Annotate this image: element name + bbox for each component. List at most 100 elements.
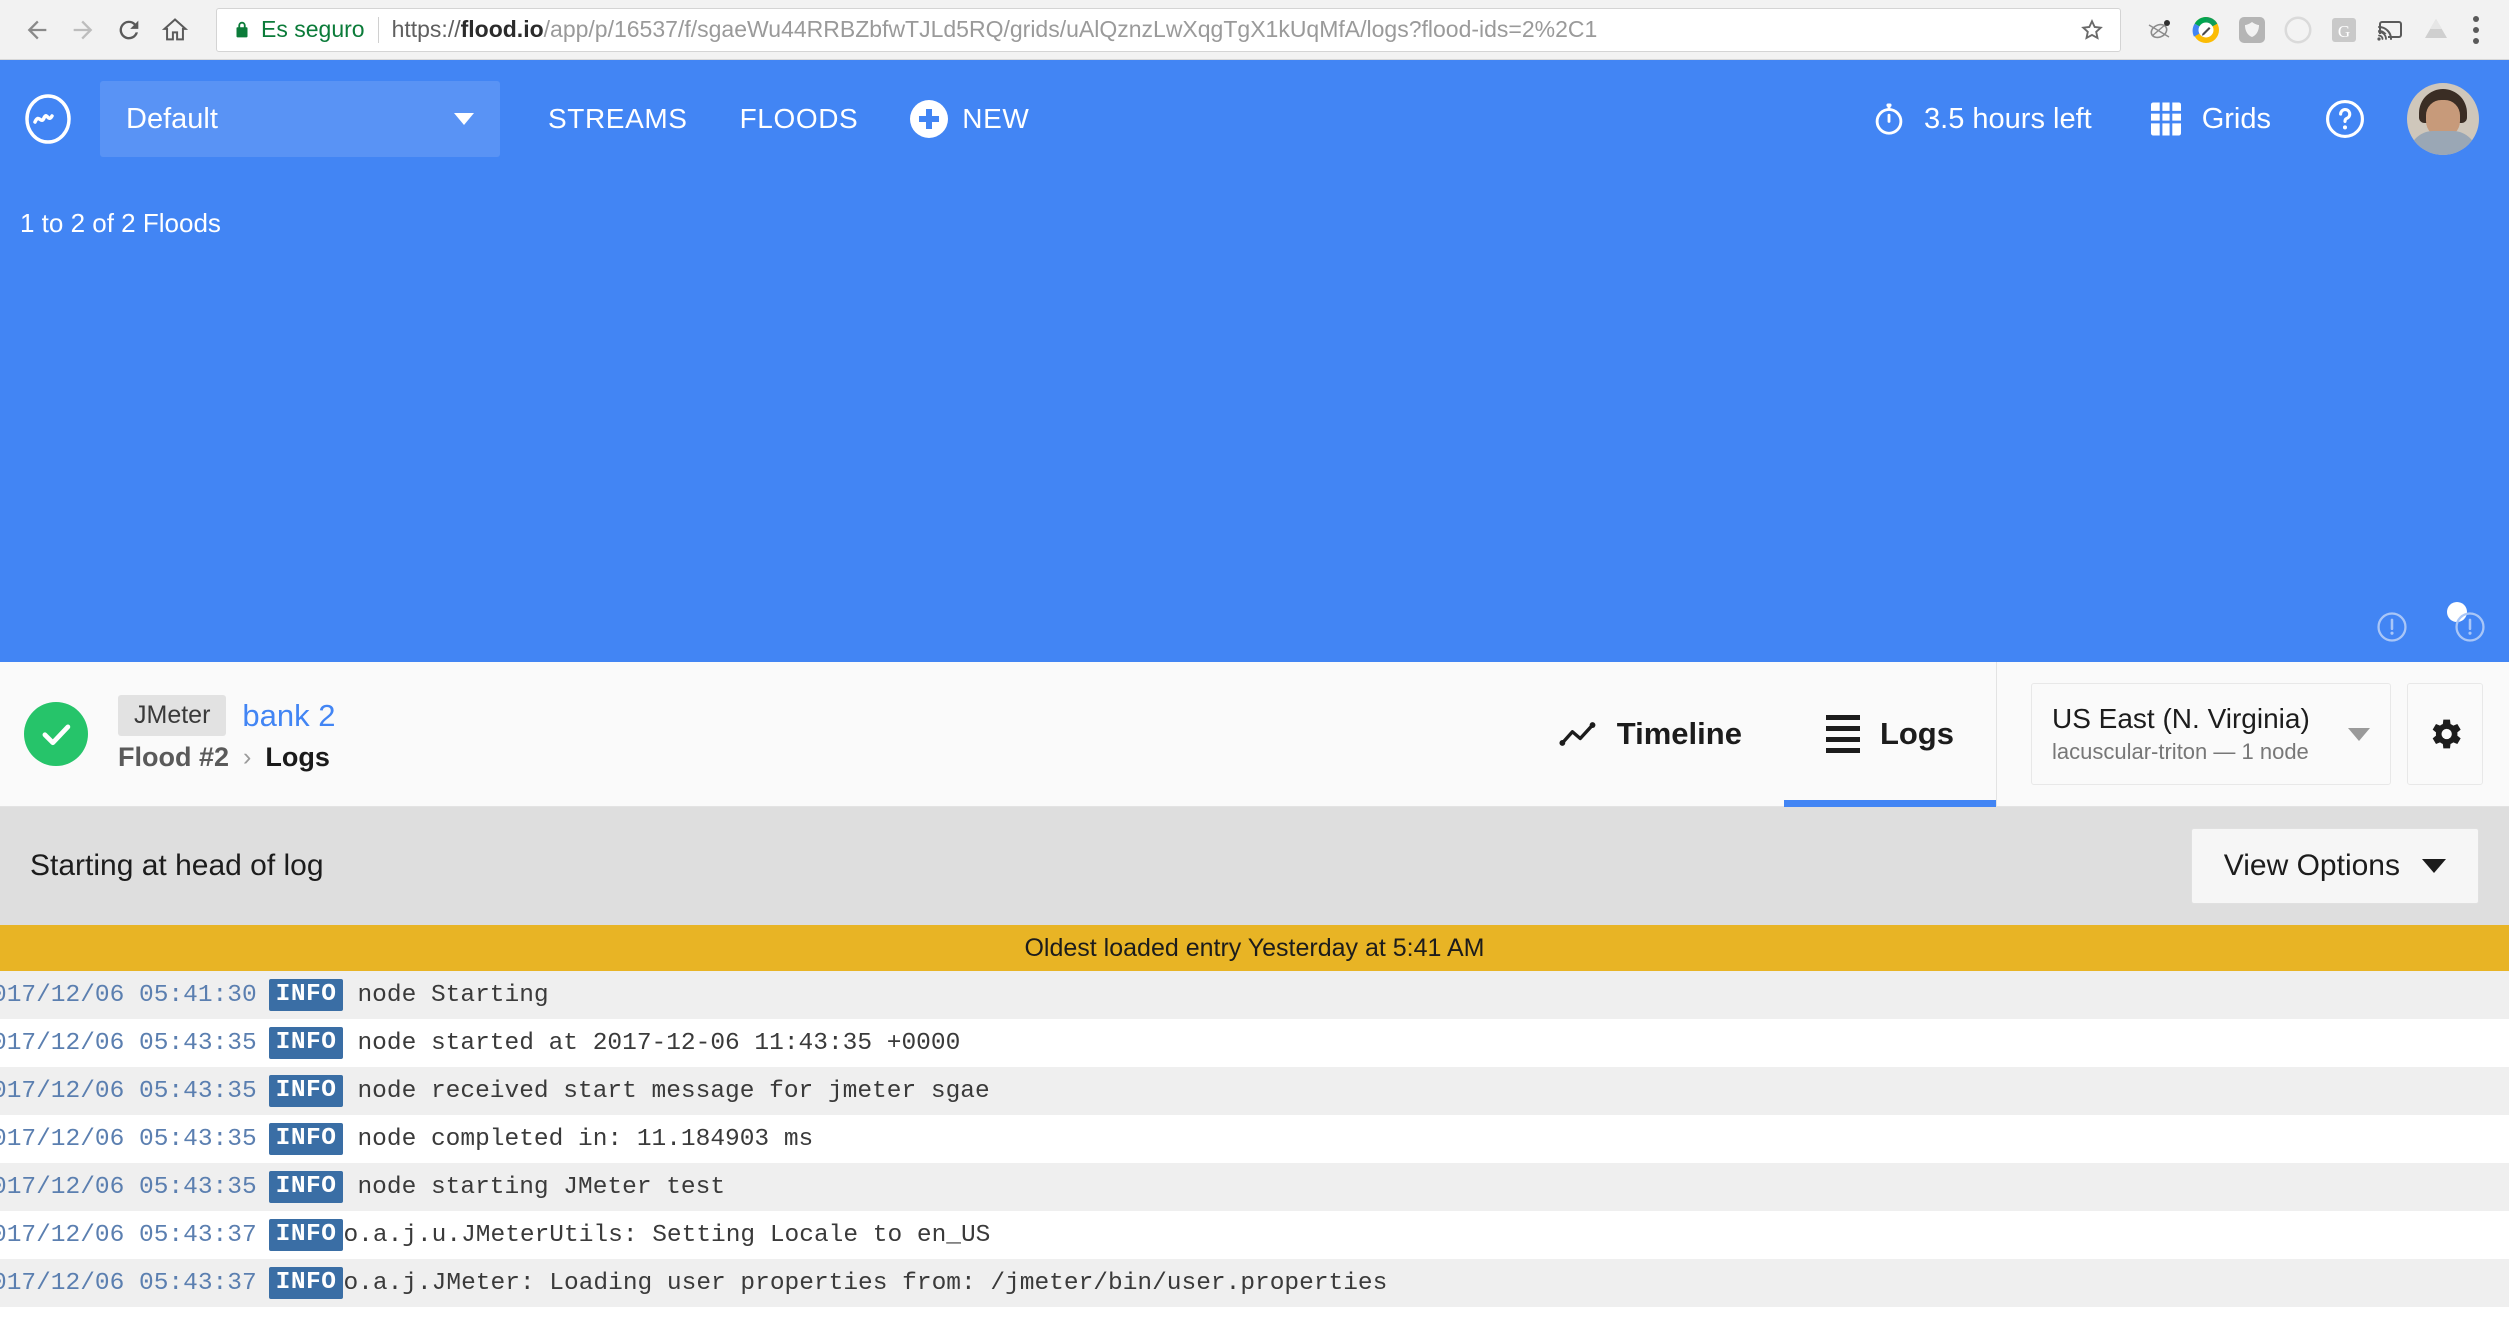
grid-icon (2150, 102, 2181, 136)
settings-button[interactable] (2407, 683, 2483, 785)
nav-floods[interactable]: FLOODS (714, 103, 885, 135)
reload-button[interactable] (106, 7, 152, 53)
log-level-badge: INFO (268, 1123, 344, 1155)
log-timestamp: 017/12/06 05:43:37 (0, 1269, 257, 1297)
line-chart-icon (1559, 722, 1596, 746)
project-selector[interactable]: Default (100, 81, 500, 157)
stopwatch-icon (1875, 103, 1903, 135)
log-message: node completed in: 11.184903 ms (357, 1125, 814, 1153)
region-node-info: lacuscular-triton — 1 node (2052, 739, 2309, 764)
tab-timeline-label: Timeline (1616, 716, 1742, 751)
app-header: Default STREAMS FLOODS NEW 3.5 hours lef… (0, 60, 2509, 178)
reload-icon (119, 20, 139, 39)
flood-name-link[interactable]: bank 2 (242, 698, 335, 734)
view-tabs: Timeline Logs (1517, 662, 1997, 807)
svg-text:G: G (2338, 22, 2350, 41)
google-drive-icon[interactable] (2415, 9, 2457, 51)
log-message: o.a.j.JMeter: Loading user properties fr… (343, 1269, 1388, 1297)
log-message: node starting JMeter test (357, 1173, 726, 1201)
extension-icons: G (2131, 9, 2457, 51)
region-selector[interactable]: US East (N. Virginia) lacuscular-triton … (2031, 683, 2391, 785)
log-timestamp: 017/12/06 05:43:35 (0, 1173, 257, 1201)
grammarly-extension-icon[interactable]: G (2323, 9, 2365, 51)
gear-icon (2432, 719, 2461, 749)
log-timestamp: 017/12/06 05:43:35 (0, 1125, 257, 1153)
log-timestamp: 017/12/06 05:41:30 (0, 981, 257, 1009)
bug-extension-icon[interactable] (2139, 9, 2181, 51)
back-button[interactable] (14, 7, 60, 53)
log-timestamp: 017/12/06 05:43:35 (0, 1077, 257, 1105)
region-name: US East (N. Virginia) (2052, 703, 2310, 734)
log-control-bar: Starting at head of log View Options (0, 807, 2509, 925)
check-circle-icon (24, 702, 88, 766)
flood-info-bar: JMeter bank 2 Flood #2 › Logs Timeline L… (0, 661, 2509, 807)
log-line: 017/12/06 05:41:30 INFO node Starting (0, 971, 2509, 1019)
exclamation-circle-icon[interactable] (2375, 610, 2409, 644)
region-texts: US East (N. Virginia) lacuscular-triton … (2052, 703, 2340, 765)
oldest-entry-banner: Oldest loaded entry Yesterday at 5:41 AM (0, 925, 2509, 971)
view-options-button[interactable]: View Options (2190, 828, 2479, 904)
shield-extension-icon[interactable] (2231, 9, 2273, 51)
tool-badge: JMeter (118, 695, 227, 736)
user-avatar[interactable] (2407, 83, 2479, 155)
log-line: 017/12/06 05:43:35 INFO node received st… (0, 1067, 2509, 1115)
warning-icons-group (2375, 610, 2487, 644)
breadcrumb-current: Logs (265, 742, 330, 772)
hours-left-label: 3.5 hours left (1924, 102, 2092, 135)
log-timestamp: 017/12/06 05:43:37 (0, 1221, 257, 1249)
flood-title-row: JMeter bank 2 (118, 695, 335, 736)
flood-wave-logo-icon[interactable] (22, 93, 74, 145)
flood-meta: JMeter bank 2 Flood #2 › Logs (118, 695, 335, 773)
arrow-left-icon (27, 20, 47, 39)
omnibox-divider (377, 16, 379, 43)
view-options-label: View Options (2223, 849, 2400, 882)
log-line: 017/12/06 05:43:35 INFO node completed i… (0, 1115, 2509, 1163)
log-status-text: Starting at head of log (30, 849, 324, 882)
log-level-badge: INFO (268, 1219, 344, 1251)
star-icon[interactable] (2078, 16, 2106, 44)
grids-button[interactable]: Grids (2120, 99, 2299, 139)
question-circle-icon (2326, 100, 2364, 138)
url-host: flood.io (460, 16, 544, 42)
browser-toolbar: Es seguro https://flood.io/app/p/16537/f… (0, 0, 2509, 60)
kebab-menu-icon[interactable] (2457, 8, 2495, 52)
address-bar[interactable]: Es seguro https://flood.io/app/p/16537/f… (216, 7, 2121, 52)
log-lines-container[interactable]: 017/12/06 05:41:30 INFO node Starting 01… (0, 971, 2509, 1307)
hours-left-indicator[interactable]: 3.5 hours left (1842, 100, 2120, 138)
chevron-right-icon: › (243, 743, 252, 771)
breadcrumb-parent[interactable]: Flood #2 (118, 742, 229, 773)
new-button-label: NEW (962, 103, 1030, 134)
log-timestamp: 017/12/06 05:43:35 (0, 1029, 257, 1057)
log-level-badge: INFO (268, 1075, 344, 1107)
colorful-pencil-extension-icon[interactable] (2185, 9, 2227, 51)
new-button[interactable]: NEW (884, 100, 1055, 138)
region-controls: US East (N. Virginia) lacuscular-triton … (1996, 661, 2509, 807)
home-button[interactable] (152, 7, 198, 53)
avatar-shirt (2409, 131, 2477, 155)
log-message: node received start message for jmeter s… (357, 1077, 990, 1105)
arrow-right-icon (73, 20, 93, 39)
floods-count-label: 1 to 2 of 2 Floods (20, 208, 221, 238)
grids-label: Grids (2201, 102, 2271, 135)
log-line: 017/12/06 05:43:37 INFO o.a.j.JMeter: Lo… (0, 1259, 2509, 1307)
forward-button[interactable] (60, 7, 106, 53)
header-right-group: 3.5 hours left Grids (1842, 83, 2479, 155)
log-message: node started at 2017-12-06 11:43:35 +000… (357, 1029, 961, 1057)
url-path: /app/p/16537/f/sgaeWu44RRBZbfwTJLd5RQ/gr… (543, 16, 1598, 42)
project-selector-label: Default (126, 102, 218, 135)
chevron-down-icon (454, 113, 474, 125)
cast-icon[interactable] (2369, 9, 2411, 51)
list-lines-icon (1825, 715, 1860, 753)
tab-logs[interactable]: Logs (1783, 662, 1997, 807)
plus-circle-icon (910, 100, 949, 138)
log-line: 017/12/06 05:43:37 INFO o.a.j.u.JMeterUt… (0, 1211, 2509, 1259)
tab-timeline[interactable]: Timeline (1517, 662, 1784, 807)
nav-streams[interactable]: STREAMS (522, 103, 714, 135)
log-level-badge: INFO (268, 979, 344, 1011)
circle-extension-icon[interactable] (2277, 9, 2319, 51)
help-button[interactable] (2299, 97, 2391, 141)
exclamation-circle-icon[interactable] (2453, 610, 2487, 644)
lock-icon (231, 18, 253, 42)
log-message: o.a.j.u.JMeterUtils: Setting Locale to e… (343, 1221, 991, 1249)
chevron-down-icon (2422, 859, 2446, 873)
